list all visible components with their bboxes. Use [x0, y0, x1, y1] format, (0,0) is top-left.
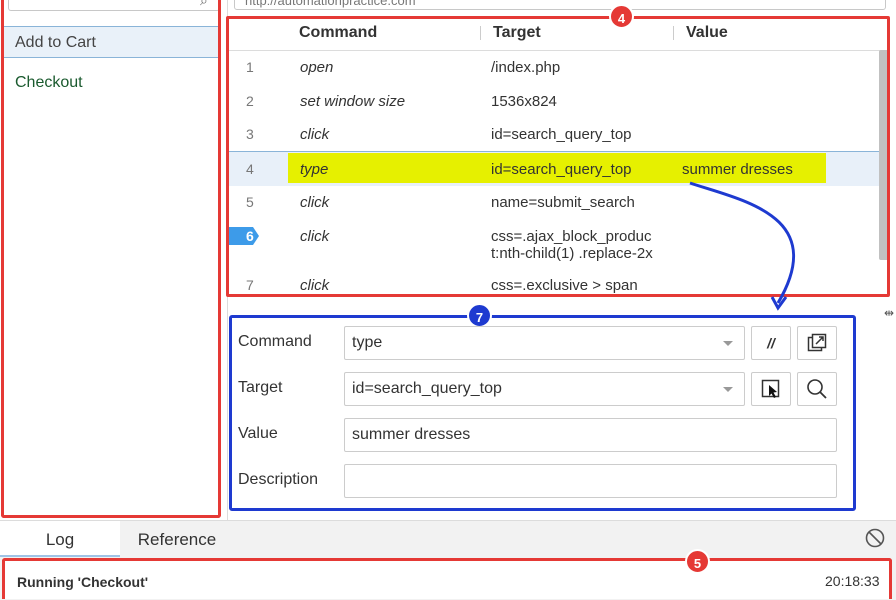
log-timestamp: 20:18:33: [825, 573, 880, 589]
row-number: 6: [246, 228, 254, 244]
annotation-badge-log: 5: [685, 549, 710, 574]
resize-handle-icon[interactable]: ⇹: [884, 306, 894, 320]
select-target-button[interactable]: [751, 372, 791, 406]
open-reference-button[interactable]: [797, 326, 837, 360]
chevron-down-icon[interactable]: [723, 341, 733, 346]
open-in-new-window-icon: [807, 333, 827, 352]
log-message: Running 'Checkout': [17, 574, 149, 590]
description-label: Description: [238, 471, 319, 488]
command-label: Command: [238, 333, 312, 350]
select-target-cursor-icon: [761, 379, 780, 398]
value-label: Value: [238, 425, 278, 442]
value-input[interactable]: summer dresses: [344, 418, 837, 452]
target-label: Target: [238, 379, 283, 396]
find-target-button[interactable]: [797, 372, 837, 406]
comment-toggle-button[interactable]: //: [751, 326, 791, 360]
chevron-down-icon[interactable]: [723, 387, 733, 392]
target-select[interactable]: id=search_query_top: [344, 372, 745, 406]
url-input[interactable]: http://automationpractice.com: [234, 0, 886, 10]
annotation-box-sidebar: [1, 0, 221, 518]
tab-log[interactable]: Log: [0, 521, 120, 557]
tab-reference[interactable]: Reference: [120, 521, 234, 557]
annotation-arrow: [689, 181, 795, 311]
command-select[interactable]: type: [344, 326, 745, 360]
clear-log-icon[interactable]: [865, 528, 885, 548]
description-input[interactable]: [344, 464, 837, 498]
annotation-badge-editor: 7: [467, 303, 492, 328]
annotation-badge-table: 4: [609, 4, 634, 29]
magnifier-icon: [807, 379, 827, 399]
